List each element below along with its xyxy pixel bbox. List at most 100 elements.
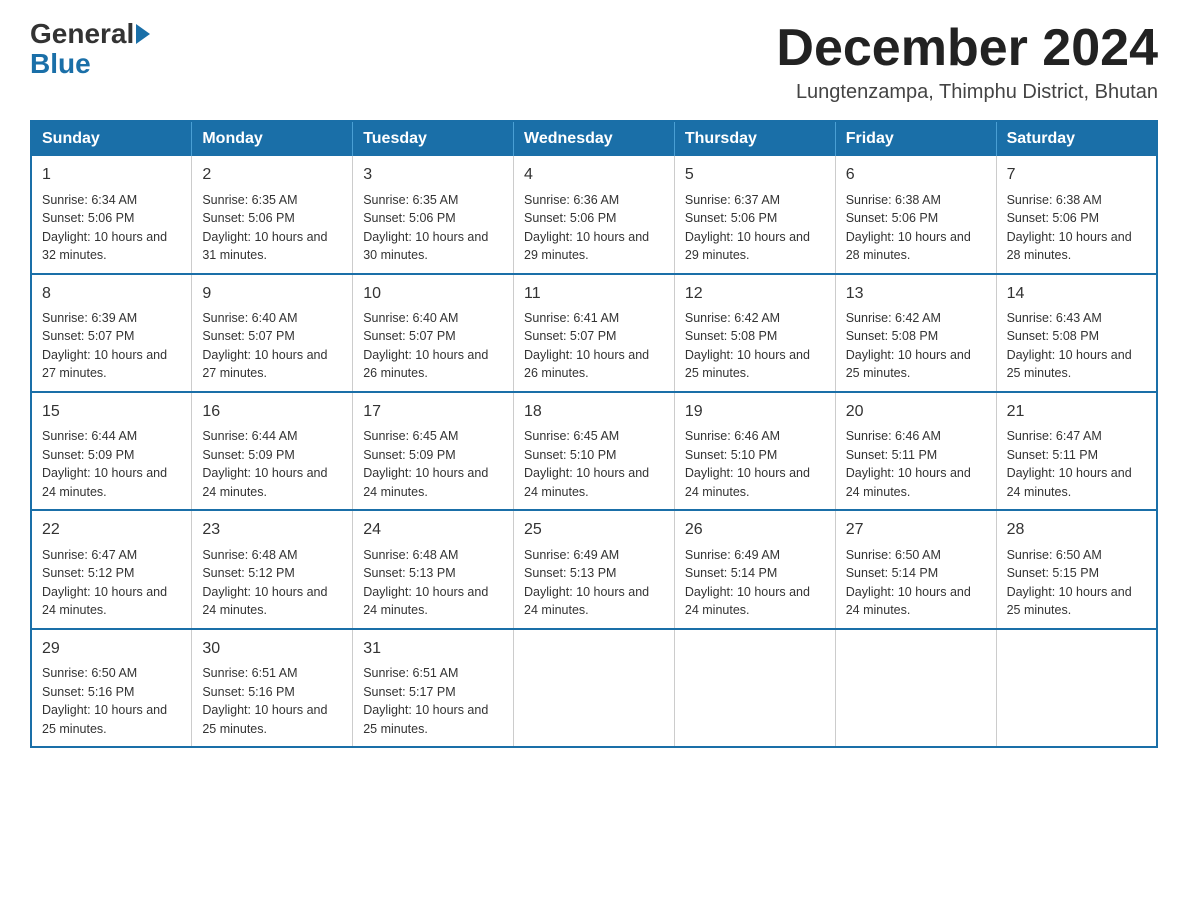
day-number: 7 [1007,164,1146,186]
day-info: Sunrise: 6:45 AMSunset: 5:10 PMDaylight:… [524,429,649,499]
calendar-day-cell: 12 Sunrise: 6:42 AMSunset: 5:08 PMDaylig… [674,274,835,392]
day-number: 13 [846,283,986,305]
day-number: 2 [202,164,342,186]
calendar-day-cell: 2 Sunrise: 6:35 AMSunset: 5:06 PMDayligh… [192,156,353,273]
calendar-day-cell: 7 Sunrise: 6:38 AMSunset: 5:06 PMDayligh… [996,156,1157,273]
day-info: Sunrise: 6:36 AMSunset: 5:06 PMDaylight:… [524,193,649,263]
day-info: Sunrise: 6:40 AMSunset: 5:07 PMDaylight:… [202,311,327,381]
day-number: 15 [42,401,181,423]
day-number: 16 [202,401,342,423]
calendar-day-cell: 14 Sunrise: 6:43 AMSunset: 5:08 PMDaylig… [996,274,1157,392]
calendar-day-cell: 22 Sunrise: 6:47 AMSunset: 5:12 PMDaylig… [31,510,192,628]
day-number: 30 [202,638,342,660]
day-info: Sunrise: 6:41 AMSunset: 5:07 PMDaylight:… [524,311,649,381]
calendar-day-cell: 17 Sunrise: 6:45 AMSunset: 5:09 PMDaylig… [353,392,514,510]
day-info: Sunrise: 6:47 AMSunset: 5:12 PMDaylight:… [42,548,167,618]
calendar-header-row: Sunday Monday Tuesday Wednesday Thursday… [31,121,1157,156]
calendar-day-cell: 6 Sunrise: 6:38 AMSunset: 5:06 PMDayligh… [835,156,996,273]
day-info: Sunrise: 6:40 AMSunset: 5:07 PMDaylight:… [363,311,488,381]
col-saturday: Saturday [996,121,1157,156]
logo-triangle-icon [136,24,150,44]
day-info: Sunrise: 6:44 AMSunset: 5:09 PMDaylight:… [42,429,167,499]
calendar-day-cell: 28 Sunrise: 6:50 AMSunset: 5:15 PMDaylig… [996,510,1157,628]
calendar-day-cell: 26 Sunrise: 6:49 AMSunset: 5:14 PMDaylig… [674,510,835,628]
location-text: Lungtenzampa, Thimphu District, Bhutan [776,81,1158,104]
calendar-day-cell: 18 Sunrise: 6:45 AMSunset: 5:10 PMDaylig… [514,392,675,510]
day-number: 9 [202,283,342,305]
day-info: Sunrise: 6:49 AMSunset: 5:14 PMDaylight:… [685,548,810,618]
day-number: 17 [363,401,503,423]
calendar-day-cell [996,629,1157,747]
day-number: 14 [1007,283,1146,305]
col-sunday: Sunday [31,121,192,156]
day-info: Sunrise: 6:50 AMSunset: 5:16 PMDaylight:… [42,666,167,736]
calendar-day-cell: 11 Sunrise: 6:41 AMSunset: 5:07 PMDaylig… [514,274,675,392]
day-number: 4 [524,164,664,186]
day-number: 25 [524,519,664,541]
day-number: 11 [524,283,664,305]
day-info: Sunrise: 6:46 AMSunset: 5:11 PMDaylight:… [846,429,971,499]
col-tuesday: Tuesday [353,121,514,156]
calendar-day-cell: 31 Sunrise: 6:51 AMSunset: 5:17 PMDaylig… [353,629,514,747]
day-number: 6 [846,164,986,186]
day-number: 5 [685,164,825,186]
day-info: Sunrise: 6:51 AMSunset: 5:16 PMDaylight:… [202,666,327,736]
day-info: Sunrise: 6:47 AMSunset: 5:11 PMDaylight:… [1007,429,1132,499]
calendar-week-row: 8 Sunrise: 6:39 AMSunset: 5:07 PMDayligh… [31,274,1157,392]
col-wednesday: Wednesday [514,121,675,156]
calendar-day-cell: 8 Sunrise: 6:39 AMSunset: 5:07 PMDayligh… [31,274,192,392]
day-number: 27 [846,519,986,541]
day-info: Sunrise: 6:48 AMSunset: 5:13 PMDaylight:… [363,548,488,618]
logo-general-text: General [30,20,134,48]
day-info: Sunrise: 6:46 AMSunset: 5:10 PMDaylight:… [685,429,810,499]
calendar-week-row: 1 Sunrise: 6:34 AMSunset: 5:06 PMDayligh… [31,156,1157,273]
day-info: Sunrise: 6:34 AMSunset: 5:06 PMDaylight:… [42,193,167,263]
day-number: 26 [685,519,825,541]
day-number: 18 [524,401,664,423]
day-info: Sunrise: 6:35 AMSunset: 5:06 PMDaylight:… [363,193,488,263]
calendar-day-cell: 20 Sunrise: 6:46 AMSunset: 5:11 PMDaylig… [835,392,996,510]
calendar-day-cell: 5 Sunrise: 6:37 AMSunset: 5:06 PMDayligh… [674,156,835,273]
day-info: Sunrise: 6:39 AMSunset: 5:07 PMDaylight:… [42,311,167,381]
day-info: Sunrise: 6:35 AMSunset: 5:06 PMDaylight:… [202,193,327,263]
col-thursday: Thursday [674,121,835,156]
day-info: Sunrise: 6:43 AMSunset: 5:08 PMDaylight:… [1007,311,1132,381]
calendar-week-row: 15 Sunrise: 6:44 AMSunset: 5:09 PMDaylig… [31,392,1157,510]
day-number: 3 [363,164,503,186]
logo: General Blue [30,20,152,80]
col-monday: Monday [192,121,353,156]
calendar-day-cell: 10 Sunrise: 6:40 AMSunset: 5:07 PMDaylig… [353,274,514,392]
calendar-day-cell: 16 Sunrise: 6:44 AMSunset: 5:09 PMDaylig… [192,392,353,510]
day-info: Sunrise: 6:42 AMSunset: 5:08 PMDaylight:… [685,311,810,381]
day-info: Sunrise: 6:50 AMSunset: 5:14 PMDaylight:… [846,548,971,618]
calendar-day-cell [835,629,996,747]
calendar-day-cell: 23 Sunrise: 6:48 AMSunset: 5:12 PMDaylig… [192,510,353,628]
day-number: 19 [685,401,825,423]
calendar-day-cell: 21 Sunrise: 6:47 AMSunset: 5:11 PMDaylig… [996,392,1157,510]
day-number: 10 [363,283,503,305]
day-number: 23 [202,519,342,541]
page-header: General Blue December 2024 Lungtenzampa,… [30,20,1158,104]
calendar-day-cell: 3 Sunrise: 6:35 AMSunset: 5:06 PMDayligh… [353,156,514,273]
day-number: 28 [1007,519,1146,541]
day-number: 8 [42,283,181,305]
calendar-day-cell: 4 Sunrise: 6:36 AMSunset: 5:06 PMDayligh… [514,156,675,273]
day-info: Sunrise: 6:49 AMSunset: 5:13 PMDaylight:… [524,548,649,618]
day-info: Sunrise: 6:50 AMSunset: 5:15 PMDaylight:… [1007,548,1132,618]
month-title: December 2024 [776,20,1158,77]
day-number: 24 [363,519,503,541]
day-number: 12 [685,283,825,305]
calendar-day-cell: 29 Sunrise: 6:50 AMSunset: 5:16 PMDaylig… [31,629,192,747]
day-info: Sunrise: 6:44 AMSunset: 5:09 PMDaylight:… [202,429,327,499]
calendar-day-cell: 9 Sunrise: 6:40 AMSunset: 5:07 PMDayligh… [192,274,353,392]
day-info: Sunrise: 6:51 AMSunset: 5:17 PMDaylight:… [363,666,488,736]
calendar-day-cell: 19 Sunrise: 6:46 AMSunset: 5:10 PMDaylig… [674,392,835,510]
calendar-day-cell: 27 Sunrise: 6:50 AMSunset: 5:14 PMDaylig… [835,510,996,628]
day-info: Sunrise: 6:37 AMSunset: 5:06 PMDaylight:… [685,193,810,263]
calendar-table: Sunday Monday Tuesday Wednesday Thursday… [30,120,1158,748]
calendar-day-cell: 25 Sunrise: 6:49 AMSunset: 5:13 PMDaylig… [514,510,675,628]
day-number: 20 [846,401,986,423]
day-info: Sunrise: 6:38 AMSunset: 5:06 PMDaylight:… [846,193,971,263]
title-block: December 2024 Lungtenzampa, Thimphu Dist… [776,20,1158,104]
col-friday: Friday [835,121,996,156]
